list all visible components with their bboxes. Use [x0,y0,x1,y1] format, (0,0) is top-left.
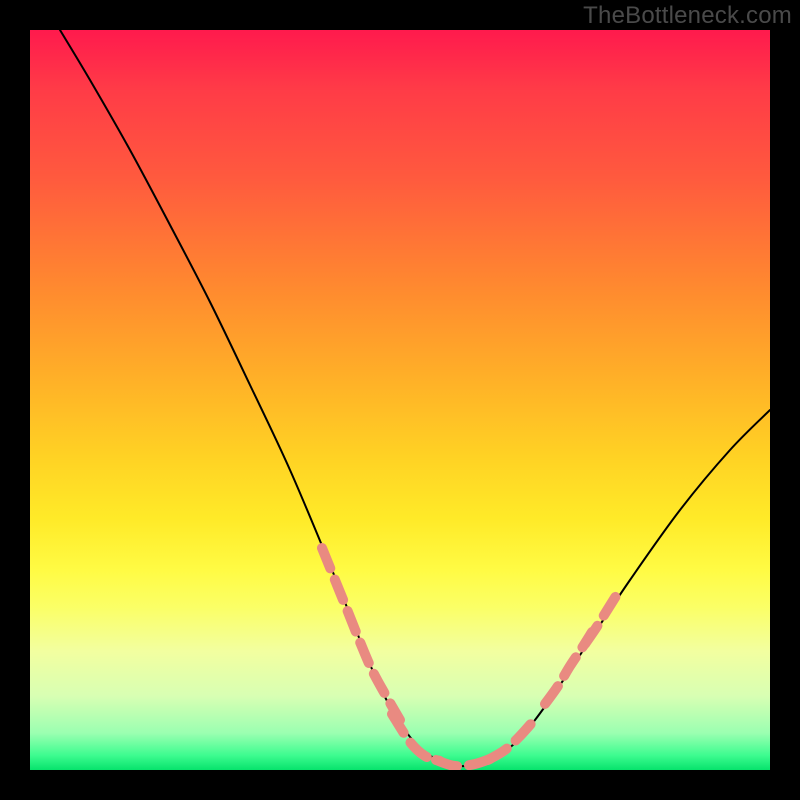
plot-area [30,30,770,770]
highlight-segment-3 [488,718,536,760]
highlight-segment-5 [585,596,616,644]
chart-frame: TheBottleneck.com [0,0,800,800]
highlight-segment-1 [392,714,440,761]
highlight-group [322,548,616,766]
watermark-label: TheBottleneck.com [583,2,792,30]
main-curve-path [60,30,770,766]
curve-layer [30,30,770,770]
